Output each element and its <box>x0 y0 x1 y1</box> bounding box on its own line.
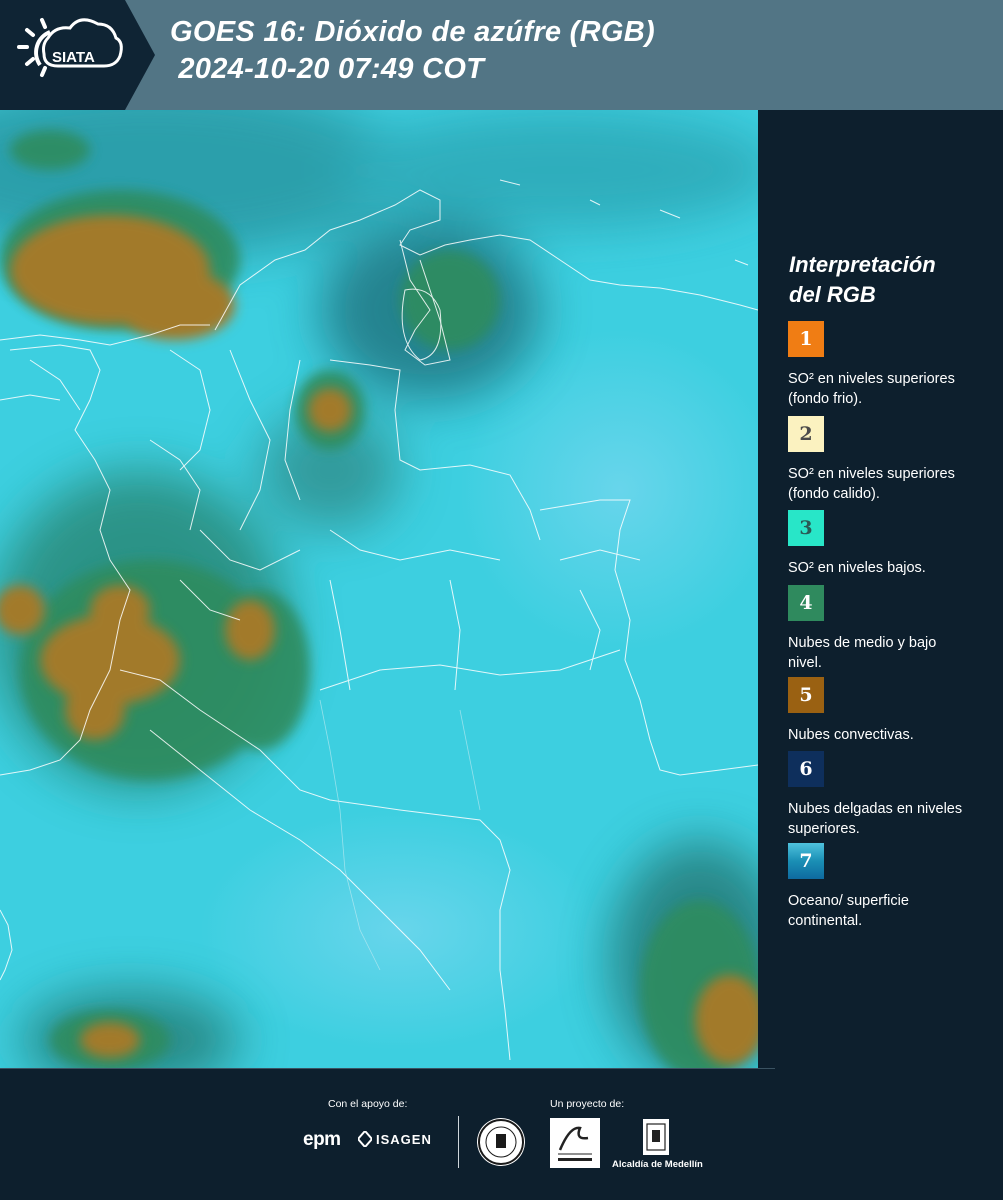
legend-item-7: 7 Oceano/ superficie continental. <box>788 843 998 931</box>
legend-item-5: 5 Nubes convectivas. <box>788 677 998 745</box>
legend-swatch-4: 4 <box>788 585 824 621</box>
project-label: Un proyecto de: <box>550 1098 625 1110</box>
footer: Con el apoyo de: Un proyecto de: epm ISA… <box>0 1068 1003 1200</box>
legend-title-line-1: Interpretación <box>789 252 936 277</box>
legend-item-3: 3 SO² en niveles bajos. <box>788 510 998 578</box>
legend-label-3: SO² en niveles bajos. <box>788 560 926 576</box>
title-line-2: 2024-10-20 07:49 COT <box>170 53 485 85</box>
legend-label-7: Oceano/ superficie continental. <box>788 893 909 929</box>
area-metropolitana-logo[interactable] <box>550 1118 600 1168</box>
legend-swatch-7: 7 <box>788 843 824 879</box>
legend-swatch-6: 6 <box>788 751 824 787</box>
legend-label-1: SO² en niveles superiores (fondo frio). <box>788 371 955 407</box>
legend-title-line-2: del RGB <box>789 282 876 307</box>
medellin-seal-logo[interactable] <box>477 1118 525 1166</box>
logo-divider <box>458 1116 459 1168</box>
siata-logo-text: SIATA <box>52 49 95 66</box>
support-label: Con el apoyo de: <box>328 1098 408 1110</box>
legend-item-1: 1 SO² en niveles superiores (fondo frio)… <box>788 321 998 409</box>
legend-item-4: 4 Nubes de medio y bajo nivel. <box>788 585 998 673</box>
page-title: GOES 16: Dióxido de azúfre (RGB) 2024-10… <box>170 14 655 88</box>
legend-label-2: SO² en niveles superiores (fondo calido)… <box>788 466 955 502</box>
legend-label-6: Nubes delgadas en niveles superiores. <box>788 801 963 837</box>
legend-item-6: 6 Nubes delgadas en niveles superiores. <box>788 751 998 839</box>
legend-title: Interpretación del RGB <box>789 250 936 310</box>
legend-swatch-5: 5 <box>788 677 824 713</box>
legend-panel: Interpretación del RGB 1 SO² en niveles … <box>758 110 1003 1068</box>
isagen-logo[interactable]: ISAGEN <box>376 1132 432 1147</box>
legend-label-4: Nubes de medio y bajo nivel. <box>788 635 937 671</box>
alcaldia-label: Alcaldía de Medellín <box>612 1159 703 1170</box>
legend-label-5: Nubes convectivas. <box>788 727 914 743</box>
epm-logo[interactable]: epm <box>303 1129 341 1151</box>
legend-item-2: 2 SO² en niveles superiores (fondo calid… <box>788 416 998 508</box>
header-bar: SIATA GOES 16: Dióxido de azúfre (RGB) 2… <box>0 0 1003 110</box>
isagen-logo-icon <box>358 1131 372 1147</box>
legend-swatch-2: 2 <box>788 416 824 452</box>
siata-logo[interactable]: SIATA <box>0 0 155 110</box>
legend-swatch-3: 3 <box>788 510 824 546</box>
title-line-1: GOES 16: Dióxido de azúfre (RGB) <box>170 16 655 48</box>
satellite-map[interactable] <box>0 110 758 1068</box>
legend-swatch-1: 1 <box>788 321 824 357</box>
footer-divider-line <box>0 1068 775 1069</box>
